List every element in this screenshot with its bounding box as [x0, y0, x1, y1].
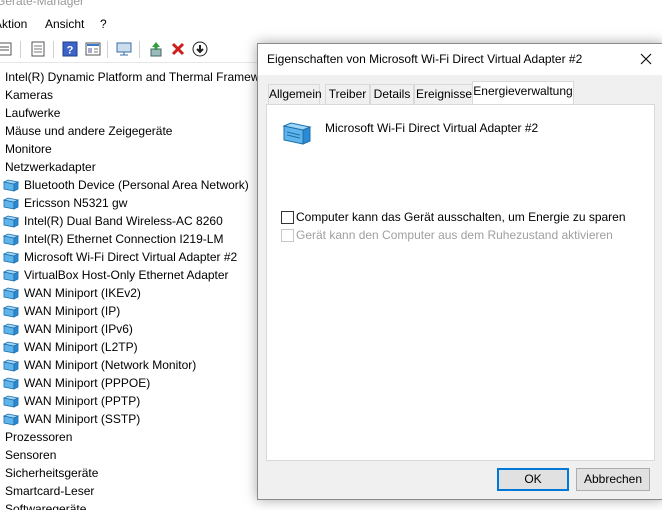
- network-adapter-icon: [3, 179, 19, 192]
- tree-device-label: Intel(R) Dual Band Wireless-AC 8260: [24, 214, 223, 228]
- network-adapter-icon: [3, 395, 19, 408]
- tree-category[interactable]: Prozessoren: [5, 428, 72, 446]
- svg-text:?: ?: [67, 45, 74, 57]
- tree-device-label: WAN Miniport (Network Monitor): [24, 358, 197, 372]
- tree-device-label: WAN Miniport (PPPOE): [24, 376, 151, 390]
- tree-device-label: VirtualBox Host-Only Ethernet Adapter: [24, 268, 229, 282]
- uninstall-icon[interactable]: [170, 41, 186, 57]
- window-titlebar: Geräte-Manager: [0, 0, 662, 12]
- network-adapter-icon: [3, 377, 19, 390]
- tree-device-label: WAN Miniport (PPTP): [24, 394, 141, 408]
- device-tree: Intel(R) Dynamic Platform and Thermal Fr…: [0, 66, 260, 510]
- update-driver-icon[interactable]: [148, 41, 164, 57]
- network-adapter-icon: [3, 269, 19, 282]
- menu-action[interactable]: Aktion: [0, 17, 27, 31]
- network-adapter-icon: [282, 122, 312, 145]
- network-adapter-icon: [3, 359, 19, 372]
- allow-wake-checkbox: [281, 229, 294, 242]
- network-adapter-icon: [3, 287, 19, 300]
- tab-strip: Allgemein Treiber Details Ereignisse Ene…: [266, 81, 654, 104]
- toolbar-separator: [107, 41, 108, 58]
- network-adapter-icon: [3, 323, 19, 336]
- network-adapter-icon: [3, 251, 19, 264]
- network-adapter-icon: [3, 341, 19, 354]
- menu-bar: Aktion Ansicht ?: [0, 14, 662, 36]
- allow-power-off-checkbox[interactable]: [281, 211, 294, 224]
- tree-category[interactable]: Netzwerkadapter: [5, 158, 96, 176]
- tab-allgemein[interactable]: Allgemein: [268, 84, 322, 104]
- tree-device-label: WAN Miniport (SSTP): [24, 412, 141, 426]
- tree-device-label: Intel(R) Ethernet Connection I219-LM: [24, 232, 224, 246]
- dialog-titlebar: Eigenschaften von Microsoft Wi-Fi Direct…: [258, 44, 662, 75]
- tree-category[interactable]: Laufwerke: [5, 104, 60, 122]
- tree-category[interactable]: Intel(R) Dynamic Platform and Thermal Fr…: [5, 68, 260, 86]
- tree-device-label: Ericsson N5321 gw: [24, 196, 128, 210]
- dialog-title: Eigenschaften von Microsoft Wi-Fi Direct…: [267, 52, 583, 66]
- tab-treiber[interactable]: Treiber: [325, 84, 370, 104]
- tree-category[interactable]: Sensoren: [5, 446, 56, 464]
- tab-energieverwaltung[interactable]: Energieverwaltung: [472, 81, 574, 104]
- tree-device-label: Bluetooth Device (Personal Area Network): [24, 178, 249, 192]
- allow-wake-label: Gerät kann den Computer aus dem Ruhezust…: [296, 228, 613, 242]
- tree-category[interactable]: Monitore: [5, 140, 52, 158]
- tree-category[interactable]: Sicherheitsgeräte: [5, 464, 98, 482]
- device-name: Microsoft Wi-Fi Direct Virtual Adapter #…: [325, 121, 539, 135]
- tree-category[interactable]: Mäuse und andere Zeigegeräte: [5, 122, 172, 140]
- ok-button[interactable]: OK: [497, 468, 569, 491]
- tree-category[interactable]: Softwaregeräte: [5, 500, 86, 510]
- properties-icon[interactable]: [0, 41, 12, 57]
- tab-panel-energieverwaltung: Microsoft Wi-Fi Direct Virtual Adapter #…: [266, 104, 655, 461]
- help-icon[interactable]: ?: [62, 41, 78, 57]
- tree-category[interactable]: Kameras: [5, 86, 53, 104]
- tree-category[interactable]: Smartcard-Leser: [5, 482, 94, 500]
- allow-power-off-label: Computer kann das Gerät ausschalten, um …: [296, 210, 626, 224]
- tab-details[interactable]: Details: [370, 84, 414, 104]
- network-adapter-icon: [3, 413, 19, 426]
- tree-device-label: Microsoft Wi-Fi Direct Virtual Adapter #…: [24, 250, 238, 264]
- tree-device-label: WAN Miniport (IKEv2): [24, 286, 141, 300]
- close-icon[interactable]: [635, 49, 657, 69]
- tree-device-label: WAN Miniport (IPv6): [24, 322, 133, 336]
- toolbar-separator: [53, 41, 54, 58]
- tree-device-label: WAN Miniport (IP): [24, 304, 121, 318]
- view-icon[interactable]: [85, 41, 101, 57]
- monitor-icon[interactable]: [116, 41, 132, 57]
- download-icon[interactable]: [192, 41, 208, 57]
- tab-ereignisse[interactable]: Ereignisse: [414, 84, 474, 104]
- menu-help[interactable]: ?: [100, 17, 107, 31]
- network-adapter-icon: [3, 305, 19, 318]
- tree-device-label: WAN Miniport (L2TP): [24, 340, 138, 354]
- properties-dialog: Eigenschaften von Microsoft Wi-Fi Direct…: [257, 43, 662, 500]
- menu-view[interactable]: Ansicht: [45, 17, 84, 31]
- network-adapter-icon: [3, 215, 19, 228]
- network-adapter-icon: [3, 197, 19, 210]
- document-icon[interactable]: [30, 41, 46, 57]
- toolbar-separator: [139, 41, 140, 58]
- cancel-button[interactable]: Abbrechen: [576, 468, 650, 491]
- toolbar-separator: [20, 41, 21, 58]
- network-adapter-icon: [3, 233, 19, 246]
- window-title: Geräte-Manager: [0, 0, 85, 8]
